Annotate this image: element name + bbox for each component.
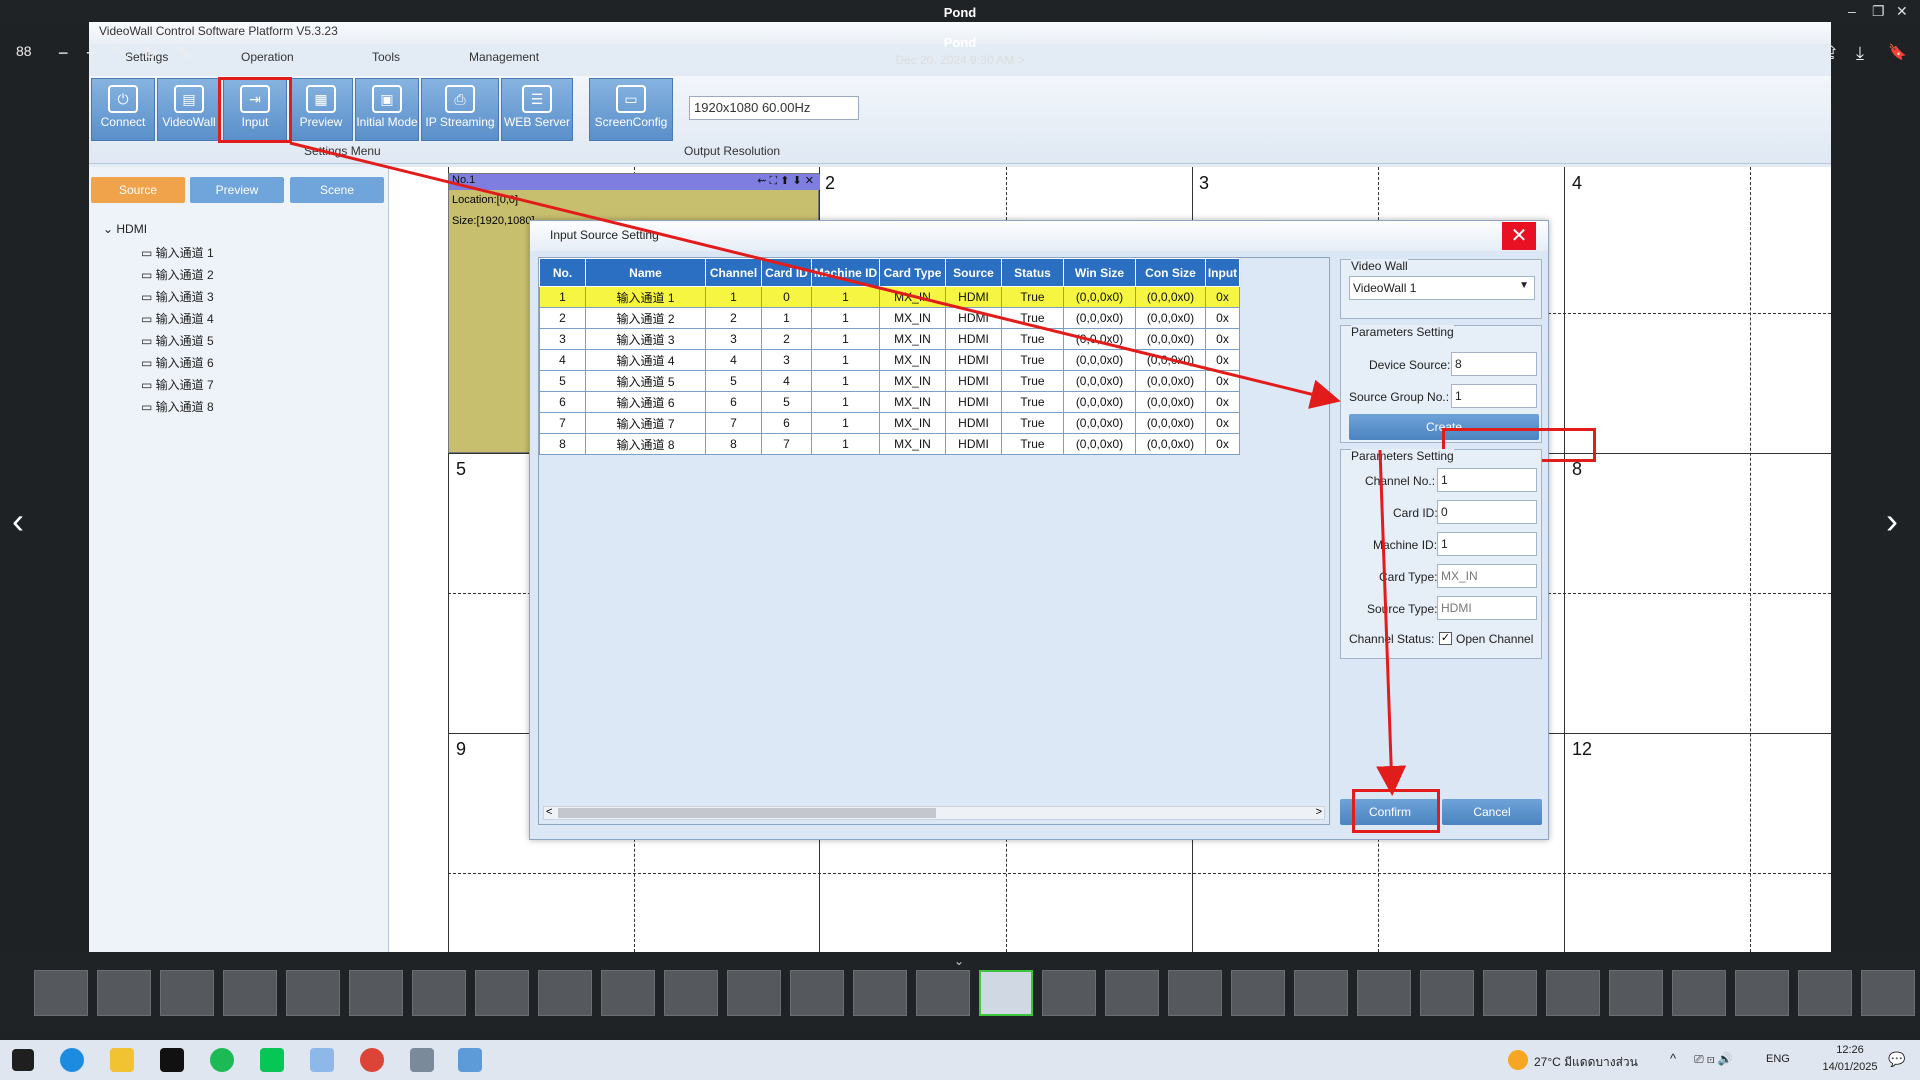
filmstrip-thumbnail[interactable] (979, 970, 1033, 1016)
filmstrip-thumbnail[interactable] (1735, 970, 1789, 1016)
previous-photo-arrow[interactable]: ‹ (12, 500, 24, 542)
filmstrip-thumbnail[interactable] (601, 970, 655, 1016)
share-icon[interactable]: ⇪ (1824, 43, 1839, 64)
line-icon[interactable] (260, 1048, 284, 1072)
filmstrip-thumbnail[interactable] (1294, 970, 1348, 1016)
filmstrip-thumbnail[interactable] (1105, 970, 1159, 1016)
filmstrip-thumbnail[interactable] (475, 970, 529, 1016)
filmstrip-thumbnail[interactable] (160, 970, 214, 1016)
filmstrip-thumbnail[interactable] (223, 970, 277, 1016)
filmstrip-thumbnail[interactable] (853, 970, 907, 1016)
chevron-right-icon: > (1017, 53, 1025, 67)
filmstrip-thumbnail[interactable] (1861, 970, 1915, 1016)
spotify-icon[interactable] (210, 1048, 234, 1072)
filmstrip-thumbnail[interactable] (1231, 970, 1285, 1016)
filmstrip-thumbnail[interactable] (1672, 970, 1726, 1016)
filmstrip-thumbnail[interactable] (1168, 970, 1222, 1016)
chrome-icon[interactable] (360, 1048, 384, 1072)
arrow-create-to-confirm (1376, 449, 1407, 796)
photo-title: Pond (943, 35, 977, 50)
filmstrip-thumbnail[interactable] (1042, 970, 1096, 1016)
filmstrip-thumbnail[interactable] (727, 970, 781, 1016)
ndi-icon[interactable] (160, 1048, 184, 1072)
filmstrip-thumbnail[interactable] (286, 970, 340, 1016)
file-explorer-icon[interactable] (110, 1048, 134, 1072)
photo-date[interactable]: Dec 20, 2024 9:30 AM > (0, 53, 1920, 67)
download-icon[interactable]: ⤓ (1856, 43, 1864, 64)
language-indicator[interactable]: ENG (1766, 1053, 1790, 1065)
tray-icons[interactable]: ⎚ ⊡ 🔊 (1694, 1052, 1733, 1067)
filmstrip-thumbnail[interactable] (349, 970, 403, 1016)
filmstrip-thumbnail[interactable] (1483, 970, 1537, 1016)
windows-taskbar: 27°C มีแดดบางส่วน ^ ⎚ ⊡ 🔊 ENG 12:26 14/0… (0, 1040, 1920, 1080)
videowall-app-icon[interactable] (458, 1048, 482, 1072)
filmstrip-thumbnail[interactable] (412, 970, 466, 1016)
clock-time[interactable]: 12:26 (1820, 1044, 1880, 1056)
filmstrip: ⌄ (0, 952, 1920, 1032)
edge-icon[interactable] (60, 1048, 84, 1072)
notification-icon[interactable]: 💬 (1888, 1051, 1905, 1068)
windows-start-icon[interactable] (12, 1049, 34, 1071)
weather-icon (1508, 1050, 1528, 1070)
arrow-input-to-create (289, 141, 1341, 409)
filmstrip-thumbnail[interactable] (664, 970, 718, 1016)
annotation-arrows (289, 141, 1407, 796)
filmstrip-thumbnail[interactable] (34, 970, 88, 1016)
viewer-toolbar: 88 − + ⤡ ↻ ✎ Pond Dec 20, 2024 9:30 AM >… (0, 25, 1920, 80)
filmstrip-thumbnail[interactable] (97, 970, 151, 1016)
filmstrip-thumbnail[interactable] (1357, 970, 1411, 1016)
filmstrip-thumbnail[interactable] (1546, 970, 1600, 1016)
app-icon[interactable] (310, 1048, 334, 1072)
next-photo-arrow[interactable]: › (1886, 500, 1898, 542)
filmstrip-thumbnail[interactable] (1609, 970, 1663, 1016)
chevron-down-icon[interactable]: ⌄ (954, 954, 964, 968)
calculator-icon[interactable] (410, 1048, 434, 1072)
filmstrip-thumbnail[interactable] (790, 970, 844, 1016)
filmstrip-thumbnail[interactable] (1420, 970, 1474, 1016)
bookmark-icon[interactable]: 🔖 (1888, 43, 1907, 61)
filmstrip-thumbnail[interactable] (538, 970, 592, 1016)
filmstrip-thumbnail[interactable] (916, 970, 970, 1016)
tray-chevron-icon[interactable]: ^ (1670, 1051, 1676, 1066)
weather-text[interactable]: 27°C มีแดดบางส่วน (1534, 1053, 1638, 1072)
clock-date[interactable]: 14/01/2025 (1820, 1061, 1880, 1073)
filmstrip-thumbnail[interactable] (1798, 970, 1852, 1016)
